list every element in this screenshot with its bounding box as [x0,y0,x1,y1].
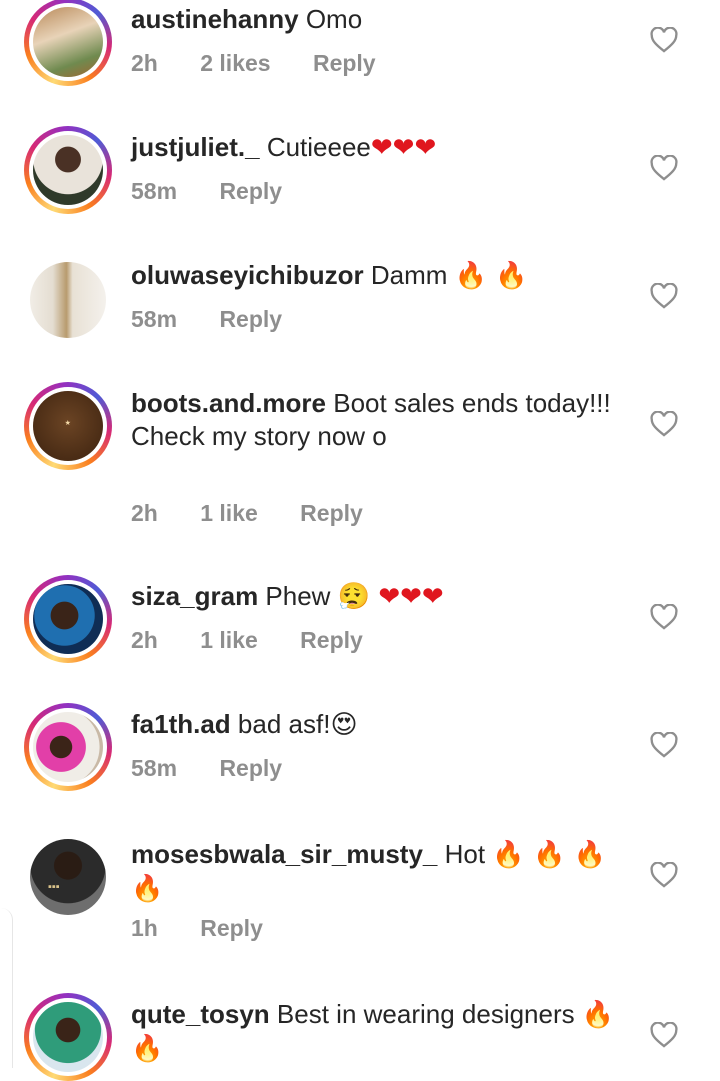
avatar-story-ring[interactable] [24,0,112,86]
comment-time: 2h [131,50,158,76]
avatar-story-ring[interactable] [24,703,112,791]
comment-text: Best in wearing designers [276,999,575,1029]
comment-username[interactable]: boots.and.more [131,388,326,418]
comment-likes[interactable]: 1 like [200,500,258,526]
comment-text: Phew [265,581,331,611]
avatar-story-ring[interactable] [24,126,112,214]
comment-text: bad asf! [237,709,331,739]
comment-text: Damm [370,260,448,290]
comment-text: Hot [444,839,486,869]
avatar[interactable] [33,1002,103,1072]
avatar[interactable]: ▪▪▪ [30,839,106,915]
avatar-story-ring[interactable]: ★ [24,382,112,470]
heart-outline-icon[interactable] [650,27,678,53]
heart-outline-icon[interactable] [650,1022,678,1048]
comment-time: 2h [131,500,158,526]
comment-time: 1h [131,915,158,941]
heart-eyes-emoji: 😍 [330,710,358,740]
heart-outline-icon[interactable] [650,732,678,758]
sheet-edge [0,908,13,1068]
avatar[interactable] [33,7,103,77]
avatar[interactable] [30,262,106,338]
comment-text: Omo [305,4,363,34]
comment-likes[interactable]: 1 like [200,627,258,653]
reply-button[interactable]: Reply [219,306,282,332]
comment-likes[interactable]: 2 likes [200,50,270,76]
comment-username[interactable]: mosesbwala_sir_musty_ [131,839,437,869]
comment-username[interactable]: qute_tosyn [131,999,270,1029]
avatar-logo-text: ★ [64,420,72,427]
heart-outline-icon[interactable] [650,155,678,181]
reply-button[interactable]: Reply [200,915,263,941]
reply-button[interactable]: Reply [219,178,282,204]
comment-text: Cutieeee [266,132,371,162]
reply-button[interactable]: Reply [313,50,376,76]
fire-emoji: 🔥 🔥 [454,261,528,291]
emoji-group: 😮‍💨 ❤❤❤ [337,582,444,612]
comment-username[interactable]: fa1th.ad [131,709,231,739]
comment-username[interactable]: siza_gram [131,581,258,611]
comment-time: 2h [131,627,158,653]
avatar[interactable] [33,584,103,654]
avatar[interactable]: ★ [33,391,103,461]
avatar-story-ring[interactable] [24,575,112,663]
comment-text: Boot sales ends today!!! [333,388,611,418]
avatar[interactable] [33,135,103,205]
comment-time: 58m [131,755,178,781]
heart-outline-icon[interactable] [650,411,678,437]
comment-time: 58m [131,306,178,332]
avatar-story-ring[interactable] [24,993,112,1081]
comment-username[interactable]: justjuliet._ [131,132,260,162]
reply-button[interactable]: Reply [300,627,363,653]
heart-outline-icon[interactable] [650,283,678,309]
reply-button[interactable]: Reply [300,500,363,526]
heart-outline-icon[interactable] [650,604,678,630]
reply-button[interactable]: Reply [219,755,282,781]
comment-time: 58m [131,178,178,204]
comment-username[interactable]: oluwaseyichibuzor [131,260,364,290]
heart-outline-icon[interactable] [650,862,678,888]
avatar[interactable] [33,712,103,782]
comment-text-line2: Check my story now o [131,421,387,451]
comment-username[interactable]: austinehanny [131,4,299,34]
heart-emoji: ❤❤❤ [370,133,437,163]
